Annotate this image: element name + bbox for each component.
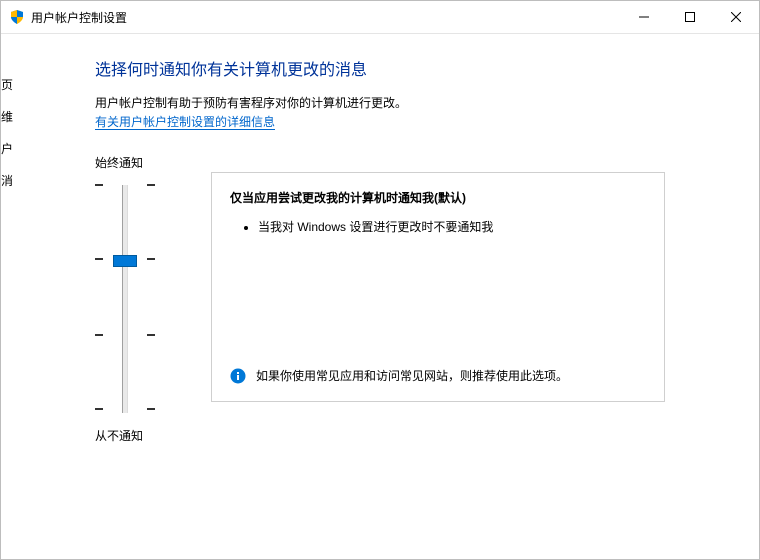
maximize-button[interactable] bbox=[667, 1, 713, 33]
notification-level-slider[interactable] bbox=[95, 179, 155, 419]
close-button[interactable] bbox=[713, 1, 759, 33]
recommendation-text: 如果你使用常见应用和访问常见网站，则推荐使用此选项。 bbox=[256, 367, 568, 386]
info-icon bbox=[230, 367, 246, 387]
slider-track bbox=[122, 185, 128, 413]
titlebar-left: 用户帐户控制设置 bbox=[9, 9, 127, 26]
slider-bottom-label: 从不通知 bbox=[95, 427, 143, 444]
titlebar: 用户帐户控制设置 bbox=[1, 1, 759, 34]
slider-top-label: 始终通知 bbox=[95, 154, 143, 171]
help-link[interactable]: 有关用户帐户控制设置的详细信息 bbox=[95, 115, 275, 130]
content-area: 选择何时通知你有关计算机更改的消息 用户帐户控制有助于预防有害程序对你的计算机进… bbox=[1, 34, 759, 444]
shield-icon bbox=[9, 9, 25, 25]
level-bullets: 当我对 Windows 设置进行更改时不要通知我 bbox=[230, 218, 646, 235]
uac-settings-window: 用户帐户控制设置 页 维 户 消 选择何时通知你有关计算机更改的消息 用户帐户控… bbox=[0, 0, 760, 560]
slider-area: 始终通知 从不通知 仅当应用尝试更改我的计算机时通知我(默认) 当我对 Wind… bbox=[95, 154, 743, 444]
page-description: 用户帐户控制有助于预防有害程序对你的计算机进行更改。 bbox=[95, 94, 743, 111]
level-description-box: 仅当应用尝试更改我的计算机时通知我(默认) 当我对 Windows 设置进行更改… bbox=[211, 172, 665, 402]
window-title: 用户帐户控制设置 bbox=[31, 9, 127, 26]
list-item: 当我对 Windows 设置进行更改时不要通知我 bbox=[258, 218, 646, 235]
slider-column: 始终通知 从不通知 bbox=[95, 154, 155, 444]
level-title: 仅当应用尝试更改我的计算机时通知我(默认) bbox=[230, 189, 646, 206]
slider-thumb[interactable] bbox=[113, 255, 137, 267]
window-controls bbox=[621, 1, 759, 33]
page-title: 选择何时通知你有关计算机更改的消息 bbox=[95, 56, 743, 80]
minimize-button[interactable] bbox=[621, 1, 667, 33]
recommendation-row: 如果你使用常见应用和访问常见网站，则推荐使用此选项。 bbox=[230, 367, 646, 387]
